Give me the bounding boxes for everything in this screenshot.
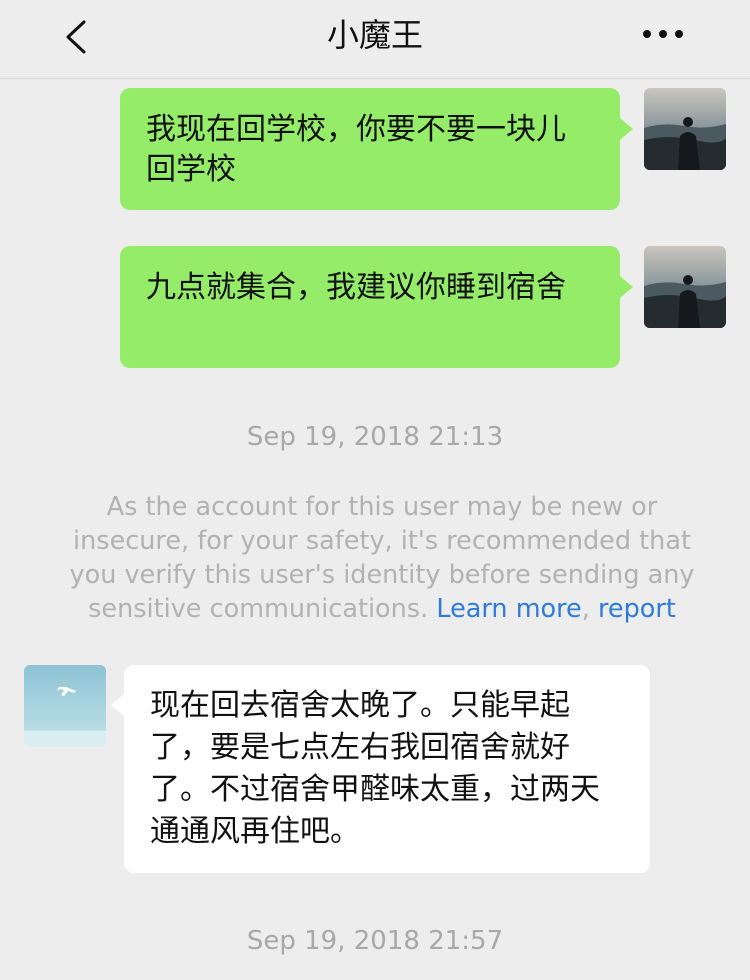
landscape-avatar-image <box>644 246 726 328</box>
outgoing-message-bubble[interactable]: 九点就集合，我建议你睡到宿舍 <box>120 246 620 368</box>
message-text: 现在回去宿舍太晚了。只能早起了，要是七点左右我回宿舍就好了。不过宿舍甲醛味太重，… <box>150 688 600 849</box>
notice-separator: , <box>581 594 590 624</box>
more-button[interactable] <box>635 14 691 54</box>
sky-airplane-avatar-image <box>24 665 106 747</box>
incoming-message-bubble[interactable]: 现在回去宿舍太晚了。只能早起了，要是七点左右我回宿舍就好了。不过宿舍甲醛味太重，… <box>124 665 650 873</box>
my-avatar[interactable] <box>644 246 726 328</box>
my-avatar[interactable] <box>644 88 726 170</box>
chat-header: 小魔王 <box>0 0 750 79</box>
bubble-tail <box>620 118 633 140</box>
bubble-tail <box>111 694 124 716</box>
report-link[interactable]: report <box>598 594 676 624</box>
message-text: 九点就集合，我建议你睡到宿舍 <box>146 270 566 305</box>
learn-more-link[interactable]: Learn more <box>436 594 581 624</box>
message-text: 我现在回学校，你要不要一块儿回学校 <box>146 112 566 187</box>
contact-avatar[interactable] <box>24 665 106 747</box>
message-timestamp: Sep 19, 2018 21:57 <box>246 926 504 956</box>
security-notice: As the account for this user may be new … <box>62 490 702 626</box>
outgoing-message-bubble[interactable]: 我现在回学校，你要不要一块儿回学校 <box>120 88 620 210</box>
more-horizontal-icon <box>643 30 683 38</box>
message-timestamp: Sep 19, 2018 21:13 <box>246 422 504 452</box>
landscape-avatar-image <box>644 88 726 170</box>
bubble-tail <box>620 276 633 298</box>
